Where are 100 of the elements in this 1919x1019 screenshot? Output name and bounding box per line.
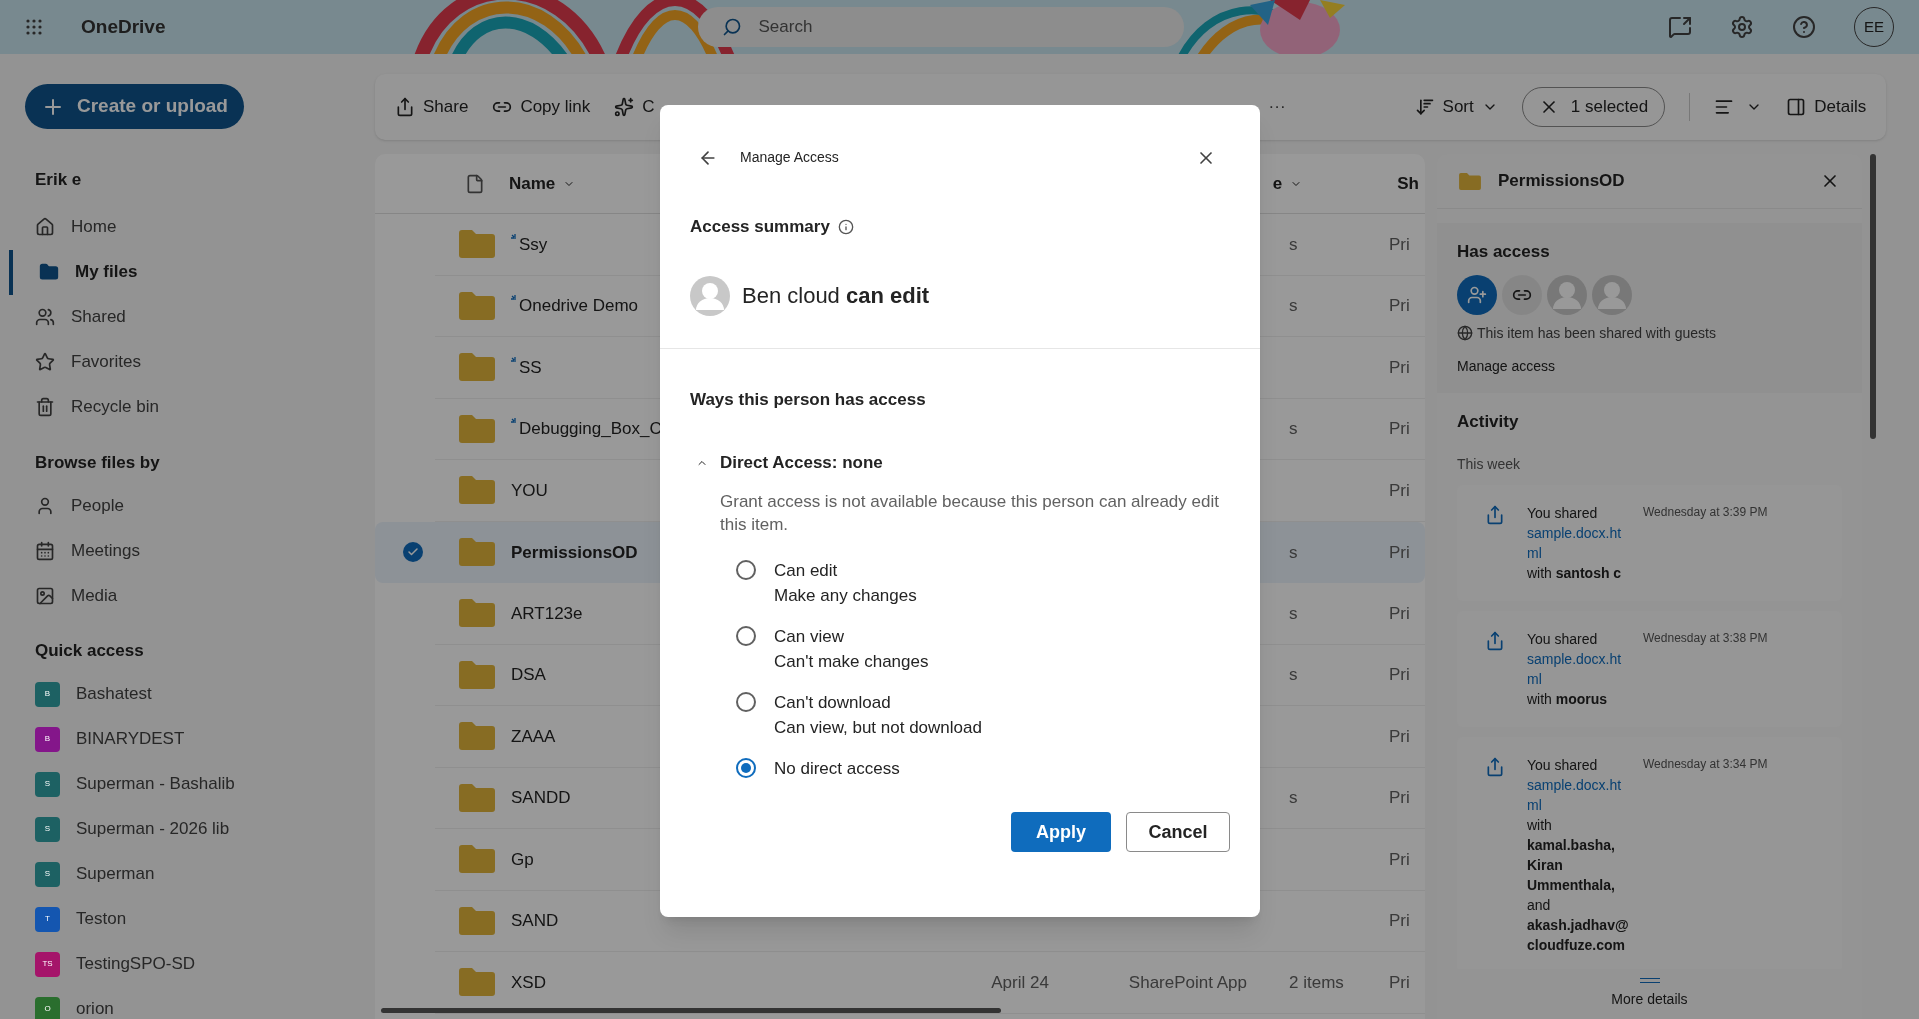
- radio-button[interactable]: [736, 559, 756, 580]
- file-name[interactable]: Onedrive Demo: [519, 293, 639, 319]
- toolbar-button[interactable]: Share: [395, 94, 469, 120]
- image-icon: [35, 585, 55, 606]
- folder-icon: [459, 230, 495, 259]
- share-icon: [1485, 757, 1505, 777]
- file-name[interactable]: YOU: [511, 477, 548, 503]
- radio-button[interactable]: [736, 625, 756, 646]
- option-label: Can edit: [774, 559, 839, 582]
- create-upload-button[interactable]: Create or upload: [25, 84, 244, 129]
- nav-item[interactable]: Recycle bin: [9, 384, 375, 430]
- checkbox[interactable]: [403, 542, 423, 563]
- help-icon[interactable]: [1792, 15, 1816, 39]
- section-heading: Quick access: [35, 640, 145, 662]
- access-note: Grant access is not available because this person can already edit this item.: [720, 490, 1220, 536]
- file-name[interactable]: Debugging_Box_C: [519, 416, 662, 442]
- column-header[interactable]: Sh: [1397, 170, 1419, 197]
- quick-access-link[interactable]: BINARYDEST: [76, 726, 185, 752]
- apply-button[interactable]: Apply: [1011, 812, 1111, 852]
- table-cell-text: Pri: [1389, 295, 1411, 317]
- star-icon: [35, 352, 55, 372]
- folder-icon: [459, 414, 495, 443]
- site-badge: T: [35, 906, 60, 932]
- quick-access-link[interactable]: Teston: [76, 906, 127, 932]
- table-cell-text: Pri: [1389, 233, 1411, 256]
- column-header[interactable]: e: [1272, 170, 1303, 197]
- manage-access-link[interactable]: Manage access: [1457, 355, 1842, 377]
- section-toggle[interactable]: Direct Access: none: [696, 450, 1260, 476]
- quick-access-link[interactable]: TestingSPO-SD: [76, 951, 196, 977]
- share-icon: [1485, 505, 1505, 525]
- file-name[interactable]: XSD: [511, 969, 546, 995]
- quick-access-link[interactable]: Bashatest: [76, 681, 152, 707]
- site-badge: S: [35, 861, 60, 887]
- list-view-icon: [1714, 97, 1735, 117]
- nav-item[interactable]: Shared: [9, 294, 375, 340]
- toolbar-button[interactable]: Copy link: [492, 94, 591, 120]
- file-name[interactable]: DSA: [511, 662, 546, 688]
- file-name[interactable]: Ssy: [519, 231, 548, 257]
- file-link[interactable]: sample.docx.html: [1527, 649, 1631, 689]
- table-cell-text: April 24: [991, 971, 1049, 994]
- radio-button[interactable]: [736, 691, 756, 712]
- app-launcher-icon[interactable]: [25, 18, 43, 36]
- nav-item[interactable]: Media: [35, 573, 375, 618]
- share-icon: [395, 97, 415, 117]
- activity-time: Wednesday at 3:34 PM: [1643, 756, 1768, 773]
- link-avatar[interactable]: [1502, 274, 1542, 315]
- file-link[interactable]: sample.docx.html: [1527, 523, 1631, 563]
- quick-access-link[interactable]: Superman - Bashalib: [76, 771, 235, 797]
- feedback-icon[interactable]: [1668, 15, 1692, 39]
- guests-note: This item has been shared with guests: [1477, 323, 1716, 343]
- file-name[interactable]: ZAAA: [511, 723, 556, 749]
- details-button[interactable]: Details: [1786, 94, 1867, 120]
- quick-access-link[interactable]: orion: [76, 996, 114, 1019]
- nav-item[interactable]: Meetings: [35, 528, 375, 573]
- file-link[interactable]: sample.docx.html: [1527, 775, 1631, 815]
- table-cell-text: Pri: [1389, 848, 1411, 871]
- sort-button[interactable]: Sort: [1414, 94, 1498, 120]
- search-field[interactable]: Search: [698, 7, 1185, 47]
- people-icon: [35, 307, 55, 327]
- folder-icon: [459, 968, 495, 997]
- file-name[interactable]: SS: [519, 354, 542, 380]
- person-icon: [35, 495, 55, 516]
- site-badge: B: [35, 726, 60, 752]
- file-name[interactable]: PermissionsOD: [511, 539, 638, 565]
- section-heading: Access summary: [690, 216, 830, 238]
- file-name[interactable]: ART123e: [511, 600, 583, 626]
- nav-item[interactable]: Favorites: [9, 339, 375, 385]
- settings-icon[interactable]: [1730, 15, 1754, 39]
- nav-item[interactable]: People: [35, 483, 375, 528]
- access-summary: Ben cloud can edit: [742, 282, 930, 310]
- folder-icon: [459, 538, 495, 567]
- column-header[interactable]: Name: [509, 170, 576, 197]
- folder-icon: [459, 783, 495, 812]
- drag-handle-icon: [1639, 978, 1660, 983]
- add-person-button[interactable]: [1457, 274, 1497, 315]
- cancel-button[interactable]: Cancel: [1126, 812, 1230, 852]
- table-cell-text: Pri: [1389, 725, 1411, 748]
- file-name[interactable]: Gp: [511, 846, 534, 872]
- site-badge: B: [35, 681, 60, 707]
- activity-time: Wednesday at 3:38 PM: [1643, 630, 1768, 647]
- table-cell-text: Pri: [1389, 602, 1411, 625]
- file-name[interactable]: SAND: [511, 908, 559, 934]
- quick-access-link[interactable]: Superman - 2026 lib: [76, 816, 230, 842]
- activity-action: You shared: [1527, 756, 1599, 775]
- pane-title: PermissionsOD: [1498, 170, 1625, 193]
- option-label: No direct access: [774, 757, 900, 780]
- table-cell-text: Pri: [1389, 971, 1411, 994]
- table-cell-text: s: [1289, 295, 1299, 317]
- more-button[interactable]: ···: [1268, 94, 1286, 120]
- trash-icon: [35, 397, 55, 417]
- folder-icon: [39, 262, 59, 282]
- quick-access-link[interactable]: Superman: [76, 861, 155, 887]
- folder-icon: [459, 599, 495, 628]
- radio-button[interactable]: [736, 757, 756, 778]
- site-badge: S: [35, 771, 60, 797]
- nav-item[interactable]: Home: [9, 204, 375, 250]
- file-name[interactable]: SANDD: [511, 785, 571, 811]
- more-details-button[interactable]: More details: [1611, 989, 1688, 1010]
- toolbar-button[interactable]: C: [614, 94, 655, 120]
- section-heading: Activity: [1457, 410, 1520, 433]
